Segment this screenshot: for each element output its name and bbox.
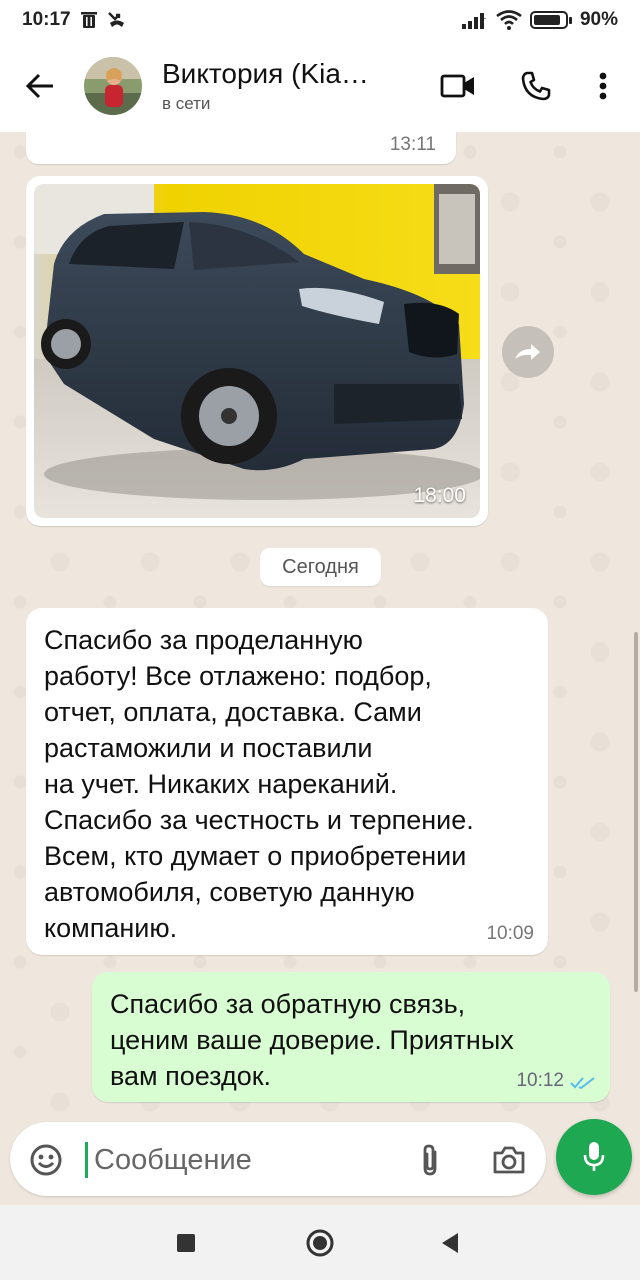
trash-icon xyxy=(80,12,97,28)
system-back-button[interactable] xyxy=(410,1205,490,1280)
camera-icon xyxy=(493,1146,525,1174)
text-caret xyxy=(85,1142,88,1178)
svg-text:.: . xyxy=(484,14,486,21)
nav-square-icon xyxy=(177,1233,195,1252)
system-nav-bar xyxy=(0,1205,640,1280)
home-button[interactable] xyxy=(280,1205,360,1280)
wifi-icon xyxy=(496,10,522,30)
nav-back-icon xyxy=(442,1232,458,1253)
signal-icon: . xyxy=(461,13,486,29)
attach-icon xyxy=(423,1144,437,1176)
back-arrow-icon xyxy=(25,73,53,99)
outgoing-message-bubble[interactable]: Спасибо за обратную связь, ценим ваше до… xyxy=(92,972,610,1102)
chat-scrollbar[interactable] xyxy=(634,632,638,992)
phone-icon xyxy=(521,71,551,101)
video-call-button[interactable] xyxy=(430,40,486,132)
voice-call-button[interactable] xyxy=(508,40,564,132)
status-time: 10:17 xyxy=(22,9,71,30)
nav-circle-icon xyxy=(306,1229,334,1256)
image-message-bubble[interactable]: 18:00 xyxy=(26,176,488,526)
composer-bar: Сообщение xyxy=(0,1117,640,1205)
forward-button[interactable] xyxy=(502,326,554,378)
message-time: 13:11 xyxy=(389,134,436,155)
outgoing-message-time: 10:12 xyxy=(516,1070,564,1091)
forward-icon xyxy=(515,344,540,360)
attach-button[interactable] xyxy=(410,1140,450,1180)
incoming-message-bubble[interactable]: Спасибо за проделанную работу! Все отлаж… xyxy=(26,608,548,955)
more-options-icon xyxy=(599,72,607,100)
avatar[interactable] xyxy=(84,57,142,115)
more-options-button[interactable] xyxy=(580,40,626,132)
car-photo[interactable]: 18:00 xyxy=(34,184,480,518)
recent-apps-button[interactable] xyxy=(146,1205,226,1280)
status-bar: 10:17 . 90% xyxy=(0,0,640,40)
incoming-message-time: 10:09 xyxy=(486,923,534,944)
image-time: 18:00 xyxy=(413,484,466,507)
mic-icon xyxy=(583,1142,605,1171)
battery-percent: 90% xyxy=(579,9,618,30)
read-ticks-icon xyxy=(570,1077,595,1090)
back-button[interactable] xyxy=(0,40,80,132)
emoji-icon xyxy=(30,1144,62,1176)
message-input[interactable]: Сообщение xyxy=(10,1122,546,1196)
contact-name[interactable]: Виктория (Kia… xyxy=(162,58,412,90)
chat-header: Виктория (Kia… в сети xyxy=(0,40,640,132)
day-divider: Сегодня xyxy=(260,548,381,586)
voice-message-button[interactable] xyxy=(556,1119,632,1195)
message-placeholder: Сообщение xyxy=(94,1144,252,1176)
emoji-button[interactable] xyxy=(26,1140,66,1180)
missed-call-icon xyxy=(107,12,124,27)
contact-status: в сети xyxy=(162,94,211,113)
chat-area[interactable]: 13:11 18:00 Сегодня Спасибо за проделанн… xyxy=(0,132,640,1117)
incoming-message-text: Спасибо за проделанную работу! Все отлаж… xyxy=(44,625,474,943)
video-call-icon xyxy=(440,74,474,98)
previous-message-bubble[interactable]: 13:11 xyxy=(26,132,456,164)
camera-button[interactable] xyxy=(488,1140,530,1180)
battery-icon xyxy=(529,11,572,29)
